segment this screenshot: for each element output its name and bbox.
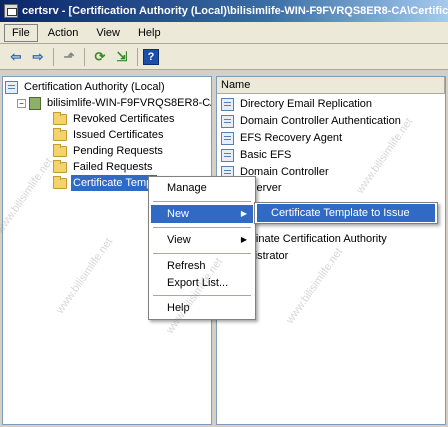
folder-icon <box>53 175 67 189</box>
list-item-label: EFS Recovery Agent <box>240 132 343 144</box>
menu-file[interactable]: File <box>4 23 38 42</box>
list-column-header: Name <box>217 77 445 94</box>
arrow-left-icon: ⇦ <box>10 48 22 64</box>
new-submenu: Certificate Template to Issue <box>254 202 438 224</box>
context-menu-separator <box>153 253 251 254</box>
certificate-template-icon <box>221 114 234 128</box>
certificate-template-icon <box>221 148 234 162</box>
tree-node-root[interactable]: Certification Authority (Local) <box>5 79 167 95</box>
context-menu-view-label: View <box>167 234 191 246</box>
menu-view[interactable]: View <box>88 24 128 42</box>
tree-node-revoked[interactable]: Revoked Certificates <box>53 111 177 127</box>
toolbar-separator <box>53 47 54 66</box>
tree-node-label: Issued Certificates <box>73 129 164 141</box>
submenu-arrow-icon: ▶ <box>240 235 247 244</box>
refresh-button[interactable]: ⟳ <box>90 47 110 67</box>
certificate-template-icon <box>221 131 234 145</box>
context-menu-new[interactable]: New ▶ <box>151 205 253 223</box>
tree-node-issued[interactable]: Issued Certificates <box>53 127 165 143</box>
context-menu: Manage New ▶ View ▶ Refresh Export List.… <box>148 176 256 320</box>
list-item[interactable]: Domain Controller Authentication <box>221 113 403 129</box>
list-item-label: Basic EFS <box>240 149 292 161</box>
tree-node-ca[interactable]: − bilisimlife-WIN-F9FVRQS8ER8-CA <box>17 95 212 111</box>
menu-help[interactable]: Help <box>130 24 169 42</box>
context-menu-separator <box>153 295 251 296</box>
tree-node-failed[interactable]: Failed Requests <box>53 159 155 175</box>
context-menu-help[interactable]: Help <box>151 299 253 317</box>
toolbar-separator <box>84 47 85 66</box>
list-item[interactable]: EFS Recovery Agent <box>221 130 344 146</box>
folder-icon <box>53 143 67 157</box>
export-button[interactable]: ⇲ <box>112 47 132 67</box>
tree-node-label: bilisimlife-WIN-F9FVRQS8ER8-CA <box>47 97 212 109</box>
submenu-certificate-template-to-issue[interactable]: Certificate Template to Issue <box>257 204 435 222</box>
folder-icon <box>53 111 67 125</box>
tree-node-label: Pending Requests <box>73 145 163 157</box>
toolbar-separator <box>137 47 138 66</box>
menu-bar: File Action View Help <box>0 22 448 44</box>
list-item[interactable]: Basic EFS <box>221 147 293 163</box>
list-item-label: Domain Controller Authentication <box>240 115 401 127</box>
context-menu-separator <box>153 227 251 228</box>
list-item-label: ordinate Certification Authority <box>240 233 387 245</box>
collapse-icon[interactable]: − <box>17 98 26 108</box>
context-menu-refresh[interactable]: Refresh <box>151 257 253 275</box>
context-menu-new-label: New <box>167 208 190 220</box>
list-item-label: Directory Email Replication <box>240 98 373 110</box>
tree-node-label: Certification Authority (Local) <box>24 81 165 93</box>
help-icon: ? <box>147 50 155 63</box>
folder-icon <box>53 159 67 173</box>
folder-up-icon: ⬏ <box>63 48 75 64</box>
back-button[interactable]: ⇦ <box>6 47 26 67</box>
certificate-template-icon <box>221 97 234 111</box>
tree-node-label: Certificate Templ <box>71 175 157 191</box>
arrow-right-icon: ⇨ <box>32 48 44 64</box>
help-button[interactable]: ? <box>143 48 159 65</box>
context-menu-view[interactable]: View ▶ <box>151 231 253 249</box>
tree-node-pending[interactable]: Pending Requests <box>53 143 165 159</box>
export-icon: ⇲ <box>116 48 128 64</box>
certificate-authority-icon <box>5 80 18 94</box>
ca-server-icon <box>29 96 41 110</box>
forward-button[interactable]: ⇨ <box>28 47 48 67</box>
submenu-arrow-icon: ▶ <box>240 209 247 218</box>
context-menu-manage[interactable]: Manage <box>151 179 253 197</box>
context-menu-separator <box>153 201 251 202</box>
refresh-icon: ⟳ <box>94 48 106 64</box>
up-button[interactable]: ⬏ <box>59 47 79 67</box>
window-title-bar[interactable]: certsrv - [Certification Authority (Loca… <box>0 0 448 22</box>
menu-action[interactable]: Action <box>40 24 87 42</box>
certsrv-app-icon <box>4 4 18 18</box>
column-name-header[interactable]: Name <box>217 77 445 94</box>
folder-icon <box>53 127 67 141</box>
context-menu-export-list[interactable]: Export List... <box>151 274 253 292</box>
tree-node-label: Revoked Certificates <box>73 113 175 125</box>
window-title: certsrv - [Certification Authority (Loca… <box>22 5 448 17</box>
tree-node-certificate-templates[interactable]: Certificate Templ <box>53 175 157 191</box>
toolbar: ⇦ ⇨ ⬏ ⟳ ⇲ ? <box>0 44 448 70</box>
tree-node-label: Failed Requests <box>73 161 153 173</box>
list-item[interactable]: Directory Email Replication <box>221 96 374 112</box>
